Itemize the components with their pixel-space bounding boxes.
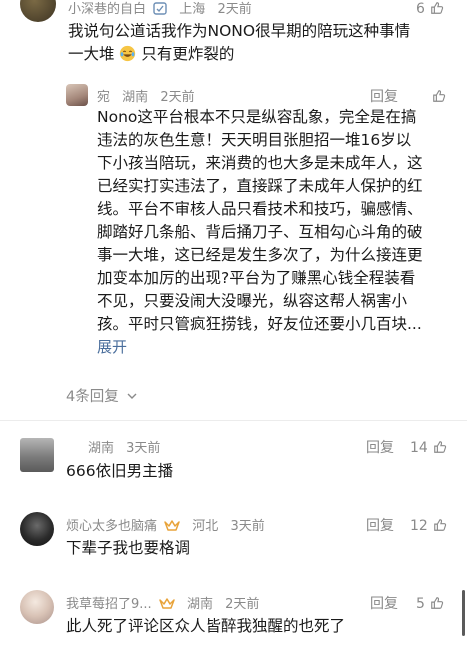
- comment-meta: 宛 湖南 2天前: [97, 86, 195, 105]
- thumbs-up-icon: [431, 597, 444, 609]
- comment-meta: 我草莓招了9... 湖南 2天前: [66, 593, 259, 612]
- thumbs-up-icon: [431, 2, 444, 14]
- comment-line: 我说句公道话我作为NONO很早期的陪玩这种事情: [68, 22, 411, 40]
- avatar[interactable]: [20, 512, 54, 546]
- comment-meta: 湖南 3天前: [88, 437, 160, 456]
- reply-button[interactable]: 回复: [370, 593, 398, 613]
- location: 上海: [179, 2, 206, 17]
- comment-meta: 小深巷的自白 上海 2天前: [68, 0, 252, 17]
- thumbs-up-icon: [434, 519, 447, 531]
- comment-line: 只有更炸裂的: [141, 45, 235, 63]
- crown-badge-icon: [164, 520, 180, 531]
- location: 湖南: [122, 90, 149, 105]
- expand-link[interactable]: 展开: [97, 336, 457, 359]
- verified-badge-icon: [153, 2, 167, 15]
- reply-button[interactable]: 回复: [366, 437, 394, 457]
- more-replies-toggle[interactable]: 4条回复: [66, 385, 138, 406]
- divider: [0, 420, 467, 421]
- comment-line: 一大堆: [68, 45, 115, 63]
- more-replies-label: 4条回复: [66, 389, 119, 405]
- like-count: 12: [410, 518, 428, 534]
- comment-meta: 烦心太多也脑痛 河北 3天前: [66, 515, 265, 534]
- username[interactable]: 我草莓招了9...: [66, 597, 152, 612]
- chevron-down-icon: [127, 393, 137, 399]
- reply-button[interactable]: 回复: [366, 515, 394, 535]
- comment-text: 此人死了评论区众人皆醉我独醒的也死了: [66, 617, 346, 635]
- like-count: 6: [416, 1, 425, 17]
- comment-line: 违法的灰色生意！天天明目张胆招一堆16岁以: [97, 131, 412, 149]
- laughing-tears-emoji-icon: [120, 45, 136, 62]
- timestamp: 3天前: [126, 441, 161, 456]
- like-button[interactable]: 6: [416, 0, 444, 17]
- location: 湖南: [88, 441, 115, 456]
- comment-line: Nono这平台根本不只是纵容乱象，完全是在搞: [97, 108, 417, 126]
- comment-text: 下辈子我也要格调: [66, 539, 191, 557]
- location: 河北: [192, 519, 219, 534]
- username[interactable]: 烦心太多也脑痛: [66, 519, 157, 534]
- timestamp: 3天前: [230, 519, 265, 534]
- username[interactable]: 小深巷的自白: [68, 2, 146, 17]
- scrollbar-thumb[interactable]: [462, 590, 465, 636]
- comment-line: 事一大堆，这已经是发生多次了，为什么接连更: [97, 246, 423, 264]
- location: 湖南: [186, 597, 213, 612]
- timestamp: 2天前: [225, 597, 260, 612]
- avatar[interactable]: [20, 0, 56, 22]
- crown-badge-icon: [159, 598, 175, 609]
- like-button[interactable]: 12: [410, 515, 447, 534]
- comment-line: 已经实打实违法了，直接踩了未成年人保护的红: [97, 177, 423, 195]
- like-count: 5: [416, 596, 425, 612]
- comment-line: 下小孩当陪玩，来消费的也大多是未成年人，这: [97, 154, 423, 172]
- like-count: 14: [410, 440, 428, 456]
- comment-text: Nono这平台根本不只是纵容乱象，完全是在搞 违法的灰色生意！天天明目张胆招一堆…: [97, 106, 457, 359]
- comment-line: 不见，只要没闹大没曝光，纵容这帮人祸害小: [97, 292, 408, 310]
- like-button[interactable]: [432, 86, 446, 105]
- comment-text: 666依旧男主播: [66, 462, 174, 480]
- like-button[interactable]: 14: [410, 437, 447, 456]
- comment-line: 加变本加厉的出现?平台为了赚黑心钱全程装看: [97, 269, 416, 287]
- reply-button[interactable]: 回复: [370, 86, 398, 106]
- username[interactable]: 宛: [97, 90, 110, 105]
- comment-line: 脚踏好几条船、背后捅刀子、互相勾心斗角的破: [97, 223, 423, 241]
- thumbs-up-icon: [433, 90, 446, 102]
- thumbs-up-icon: [434, 441, 447, 453]
- avatar[interactable]: [20, 590, 54, 624]
- timestamp: 2天前: [160, 90, 195, 105]
- comment-line: 线。平台不审核人品只看技术和技巧，骗感情、: [97, 200, 423, 218]
- timestamp: 2天前: [217, 2, 252, 17]
- avatar[interactable]: [66, 84, 88, 106]
- comment-text: 我说句公道话我作为NONO很早期的陪玩这种事情 一大堆 只有更炸裂的: [68, 20, 458, 66]
- avatar[interactable]: [20, 438, 54, 472]
- comment-line: 孩。平时只管疯狂捞钱，好友位还要小几百块...: [97, 315, 422, 333]
- like-button[interactable]: 5: [416, 593, 444, 612]
